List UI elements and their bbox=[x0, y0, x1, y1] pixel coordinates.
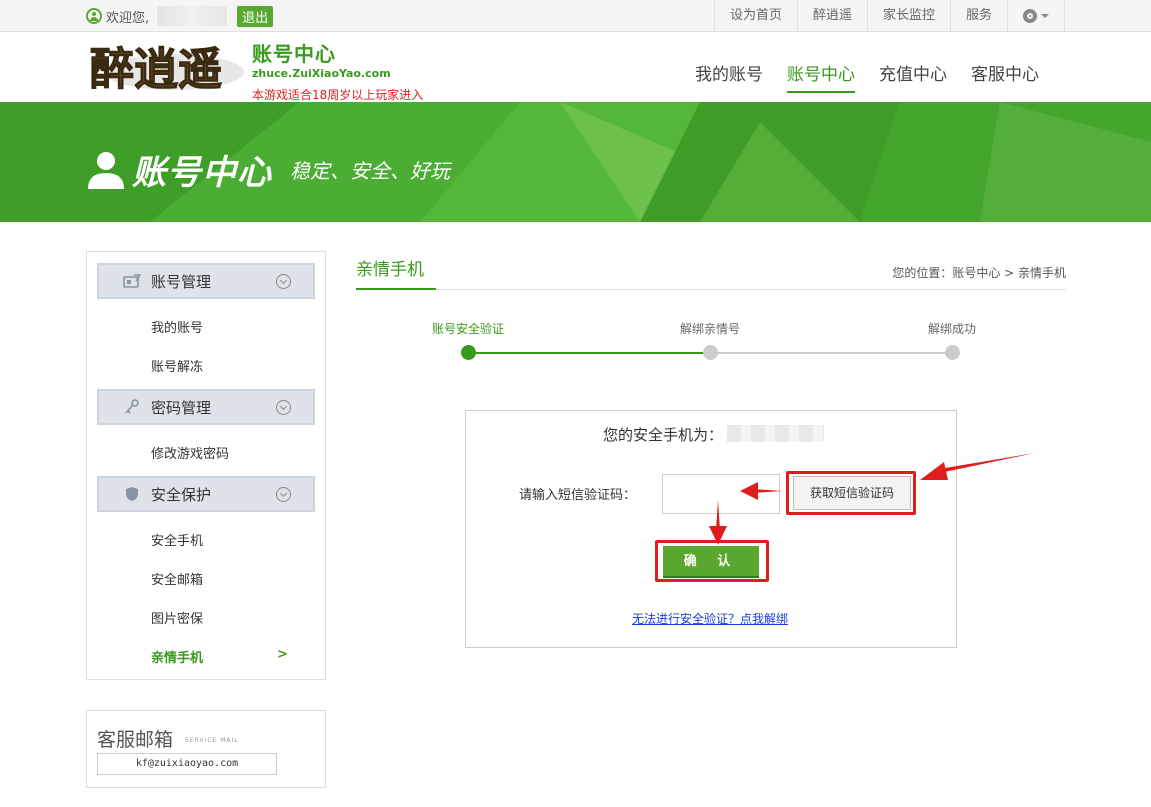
nav-recharge-center[interactable]: 充值中心 bbox=[879, 60, 947, 93]
mailbox-title: 客服邮箱 bbox=[97, 729, 174, 751]
username-redacted bbox=[157, 6, 228, 26]
top-links: 设为首页 醉逍遥 家长监控 服务 bbox=[713, 0, 1065, 32]
page-title: 亲情手机 bbox=[356, 260, 424, 280]
cannot-verify-unbind-link[interactable]: 无法进行安全验证？点我解绑 bbox=[632, 610, 788, 627]
banner-title: 账号中心 bbox=[132, 153, 272, 193]
step-dot-3 bbox=[945, 345, 960, 360]
banner-slogan: 稳定、安全、好玩 bbox=[290, 159, 450, 183]
game-logo[interactable]: 醉逍遥 bbox=[88, 36, 246, 98]
chevron-down-icon[interactable] bbox=[276, 400, 291, 415]
sidebar: 账号管理 我的账号 账号解冻 密码管理 修改游戏密码 安全保护 安全手机 安全邮… bbox=[86, 251, 326, 680]
sms-code-input[interactable] bbox=[662, 474, 780, 514]
user-icon bbox=[86, 8, 102, 24]
gear-icon bbox=[1023, 9, 1037, 23]
step-label-verify: 账号安全验证 bbox=[432, 322, 505, 336]
shield-icon bbox=[121, 486, 143, 502]
chevron-down-icon[interactable] bbox=[276, 274, 291, 289]
caret-down-icon bbox=[1041, 14, 1049, 18]
chevron-down-icon[interactable] bbox=[276, 487, 291, 502]
mailbox-subtitle: SERVICE MAIL bbox=[185, 737, 239, 744]
step-progress-line bbox=[468, 352, 710, 354]
sidebar-item-security-phone[interactable]: 安全手机 bbox=[151, 530, 203, 549]
settings-dropdown[interactable] bbox=[1007, 0, 1065, 32]
sidebar-item-change-password[interactable]: 修改游戏密码 bbox=[151, 443, 229, 462]
age-rating-note: 本游戏适合18周岁以上玩家进入 bbox=[252, 88, 424, 102]
top-bar: 欢迎您, 退出 设为首页 醉逍遥 家长监控 服务 bbox=[0, 0, 1151, 32]
sidebar-item-picture-security[interactable]: 图片密保 bbox=[151, 608, 203, 627]
hero-banner: 账号中心 稳定、安全、好玩 bbox=[0, 102, 1151, 222]
parental-control-link[interactable]: 家长监控 bbox=[866, 0, 950, 32]
sms-code-label: 请输入短信验证码： bbox=[519, 488, 637, 503]
annotation-box-confirm bbox=[655, 540, 769, 582]
sidebar-item-account-unfreeze[interactable]: 账号解冻 bbox=[151, 356, 203, 375]
logo-title: 账号中心 bbox=[252, 42, 336, 66]
nav-account-center[interactable]: 账号中心 bbox=[787, 60, 855, 93]
logo-url: zhuce.ZuiXiaoYao.com bbox=[252, 67, 391, 80]
step-label-unbind: 解绑亲情号 bbox=[680, 322, 741, 336]
step-dot-2 bbox=[703, 345, 718, 360]
annotation-box-sms bbox=[786, 471, 916, 515]
main-nav: 我的账号 账号中心 充值中心 客服中心 bbox=[695, 60, 1039, 93]
step-line bbox=[710, 352, 952, 354]
security-phone-label: 您的安全手机为： bbox=[603, 426, 724, 444]
mailbox-email: kf@zuixiaoyao.com bbox=[97, 753, 277, 775]
phone-number-redacted bbox=[727, 425, 824, 442]
section-label: 账号管理 bbox=[151, 272, 212, 291]
section-label: 安全保护 bbox=[151, 485, 212, 504]
nav-support-center[interactable]: 客服中心 bbox=[971, 60, 1039, 93]
sidebar-item-family-phone[interactable]: 亲情手机 bbox=[151, 647, 203, 666]
logout-button[interactable]: 退出 bbox=[237, 5, 274, 27]
section-account-management[interactable]: 账号管理 bbox=[97, 263, 315, 299]
section-password-management[interactable]: 密码管理 bbox=[97, 389, 315, 425]
welcome-text: 欢迎您, bbox=[106, 10, 150, 26]
title-divider bbox=[356, 289, 1066, 290]
active-marker: > bbox=[277, 647, 288, 662]
logo-art-text: 醉逍遥 bbox=[90, 44, 222, 95]
account-card-icon bbox=[121, 273, 143, 289]
nav-my-account[interactable]: 我的账号 bbox=[695, 60, 763, 93]
title-underline bbox=[356, 288, 436, 290]
key-icon bbox=[121, 399, 143, 415]
welcome-area: 欢迎您, 退出 bbox=[86, 5, 274, 27]
breadcrumb: 您的位置：账号中心 > 亲情手机 bbox=[892, 266, 1066, 280]
set-homepage-link[interactable]: 设为首页 bbox=[713, 0, 797, 32]
section-label: 密码管理 bbox=[151, 398, 212, 417]
service-mailbox: 客服邮箱 SERVICE MAIL kf@zuixiaoyao.com bbox=[86, 710, 326, 788]
service-link[interactable]: 服务 bbox=[949, 0, 1007, 32]
banner-title-area: 账号中心 稳定、安全、好玩 bbox=[88, 145, 450, 194]
game-home-link[interactable]: 醉逍遥 bbox=[796, 0, 867, 32]
person-icon bbox=[88, 151, 124, 189]
sidebar-item-security-email[interactable]: 安全邮箱 bbox=[151, 569, 203, 588]
sidebar-item-my-account[interactable]: 我的账号 bbox=[151, 317, 203, 336]
section-security-protection[interactable]: 安全保护 bbox=[97, 476, 315, 512]
logo-text-block: 账号中心 zhuce.ZuiXiaoYao.com 本游戏适合18周岁以上玩家进… bbox=[252, 38, 423, 103]
step-label-success: 解绑成功 bbox=[928, 322, 977, 336]
site-header: 醉逍遥 账号中心 zhuce.ZuiXiaoYao.com 本游戏适合18周岁以… bbox=[0, 32, 1151, 102]
step-dot-1 bbox=[461, 345, 476, 360]
